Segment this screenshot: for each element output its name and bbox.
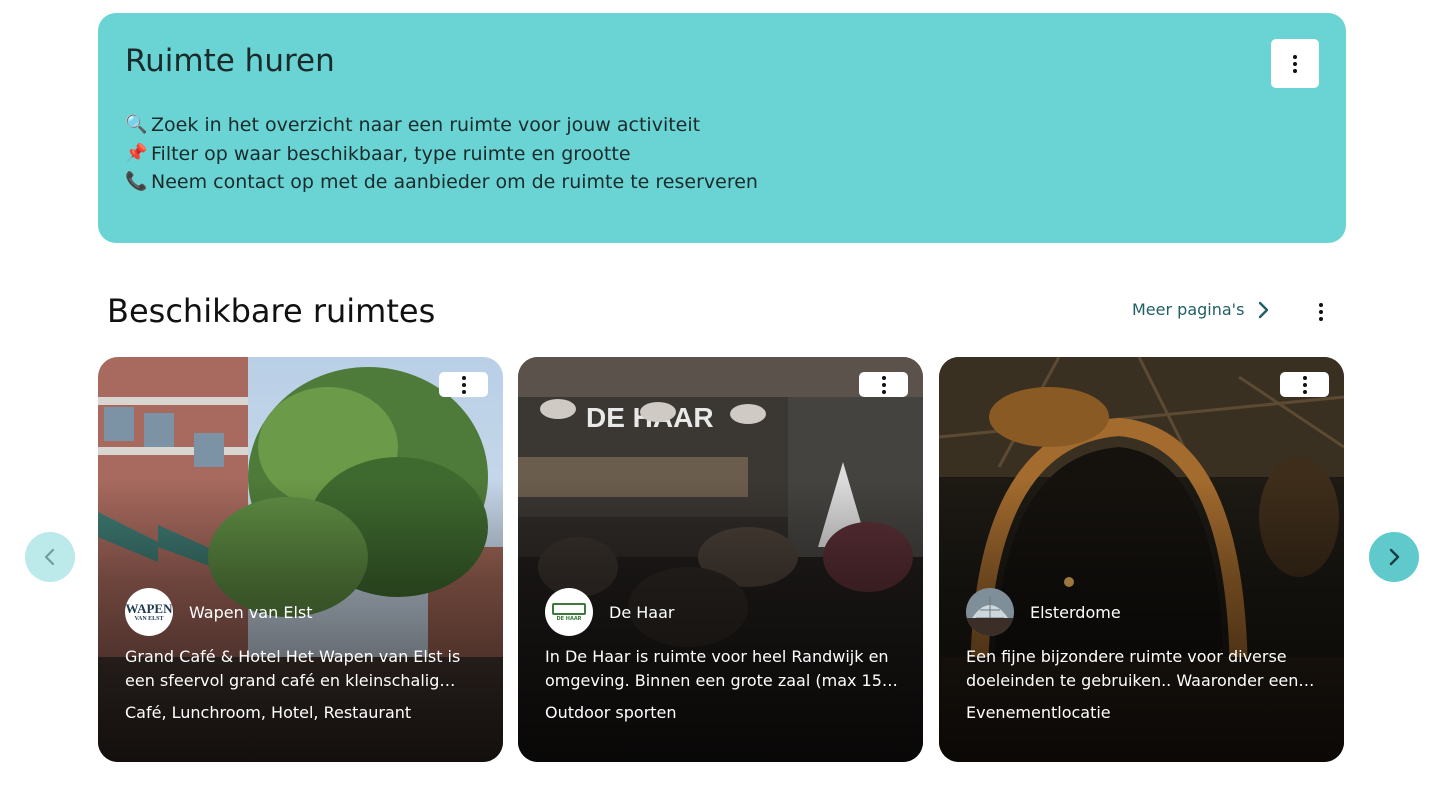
hero-line-text: Filter op waar beschikbaar, type ruimte … [151,142,631,165]
carousel-next-button[interactable] [1369,532,1419,582]
owner-name[interactable]: Elsterdome [1030,603,1121,622]
owner-name[interactable]: Wapen van Elst [189,603,313,622]
hero-line: 📞 Neem contact op met de aanbieder om de… [125,168,758,197]
chevron-left-icon [44,548,55,566]
avatar: WAPEN VAN ELST [125,588,173,636]
more-pages-link[interactable]: Meer pagina's [1132,300,1270,319]
hero-line-text: Zoek in het overzicht naar een ruimte vo… [151,114,701,136]
section-menu-button[interactable] [1307,298,1335,326]
avatar: DE HAAR [545,588,593,636]
owner-logo [966,588,1014,636]
more-pages-label: Meer pagina's [1132,300,1245,319]
chevron-right-icon [1259,301,1269,318]
card-owner: Elsterdome [966,588,1121,636]
card-overlay [939,357,1344,762]
carousel-prev-button[interactable] [25,532,75,582]
card-overlay [98,357,503,762]
chevron-right-icon [1389,548,1400,566]
more-vertical-icon [1319,303,1323,321]
hero-menu-button[interactable] [1271,39,1319,88]
card-description: In De Haar is ruimte voor heel Randwijk … [545,647,893,690]
card-tags: Evenementlocatie [966,703,1111,722]
owner-name[interactable]: De Haar [609,603,674,622]
more-vertical-icon [1293,54,1297,73]
hero-line: 🔍 Zoek in het overzicht naar een ruimte … [125,111,758,140]
more-vertical-icon [1302,375,1307,394]
hero-banner: Ruimte huren 🔍 Zoek in het overzicht naa… [98,13,1346,243]
card-owner: DE HAAR De Haar [545,588,674,636]
hero-instructions: 🔍 Zoek in het overzicht naar een ruimte … [125,111,758,197]
phone-emoji-icon: 📞 [125,171,148,192]
more-vertical-icon [461,375,466,394]
card-tags: Café, Lunchroom, Hotel, Restaurant [125,703,412,722]
hero-title: Ruimte huren [125,43,335,79]
space-card-de-haar[interactable]: DE HAAR DE HAAR De Haar In De Haar is ru… [518,357,923,762]
pin-emoji-icon: 📌 [125,142,148,164]
card-menu-button[interactable] [1280,372,1329,397]
space-card-elsterdome[interactable]: Elsterdome Een fijne bijzondere ruimte v… [939,357,1344,762]
hero-line: 📌 Filter op waar beschikbaar, type ruimt… [125,140,758,169]
card-menu-button[interactable] [859,372,908,397]
card-description: Een fijne bijzondere ruimte voor diverse… [966,647,1299,690]
search-emoji-icon: 🔍 [125,114,148,135]
avatar [966,588,1014,636]
card-tags: Outdoor sporten [545,703,677,722]
more-vertical-icon [881,375,886,394]
section-title: Beschikbare ruimtes [107,292,436,330]
card-overlay [518,357,923,762]
card-description: Grand Café & Hotel Het Wapen van Elst is… [125,647,461,690]
owner-logo: DE HAAR [552,602,586,622]
space-card-wapen-van-elst[interactable]: WAPEN VAN ELST Wapen van Elst Grand Café… [98,357,503,762]
card-menu-button[interactable] [439,372,488,397]
hero-line-text: Neem contact op met de aanbieder om de r… [151,171,758,193]
owner-logo: WAPEN VAN ELST [125,601,173,622]
card-owner: WAPEN VAN ELST Wapen van Elst [125,588,313,636]
